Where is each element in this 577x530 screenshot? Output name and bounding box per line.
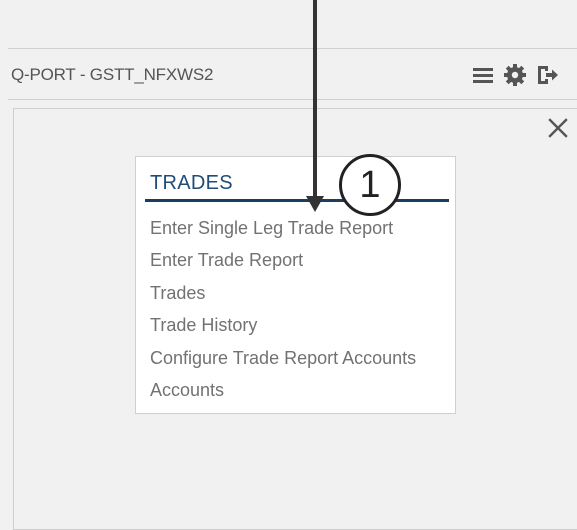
link-enter-single-leg-trade-report[interactable]: Enter Single Leg Trade Report xyxy=(150,216,416,248)
app-header-bar: Q-PORT - GSTT_NFXWS2 xyxy=(8,48,577,100)
app-title: Q-PORT - GSTT_NFXWS2 xyxy=(11,65,214,84)
gear-icon[interactable] xyxy=(503,63,527,87)
link-accounts[interactable]: Accounts xyxy=(150,378,416,410)
heading-divider xyxy=(145,199,449,202)
step-number-badge: 1 xyxy=(339,154,401,216)
logout-icon[interactable] xyxy=(535,63,559,87)
trades-heading: TRADES xyxy=(150,172,233,194)
trades-link-list: Enter Single Leg Trade Report Enter Trad… xyxy=(150,216,416,410)
trades-menu-card: TRADES Enter Single Leg Trade Report Ent… xyxy=(135,156,456,414)
link-configure-trade-report-accounts[interactable]: Configure Trade Report Accounts xyxy=(150,346,416,378)
header-toolbar xyxy=(467,63,577,87)
link-trade-history[interactable]: Trade History xyxy=(150,313,416,345)
link-enter-trade-report[interactable]: Enter Trade Report xyxy=(150,248,416,280)
menu-icon[interactable] xyxy=(471,63,495,87)
callout-arrow xyxy=(306,0,324,212)
close-icon[interactable] xyxy=(547,117,569,139)
link-trades[interactable]: Trades xyxy=(150,281,416,313)
